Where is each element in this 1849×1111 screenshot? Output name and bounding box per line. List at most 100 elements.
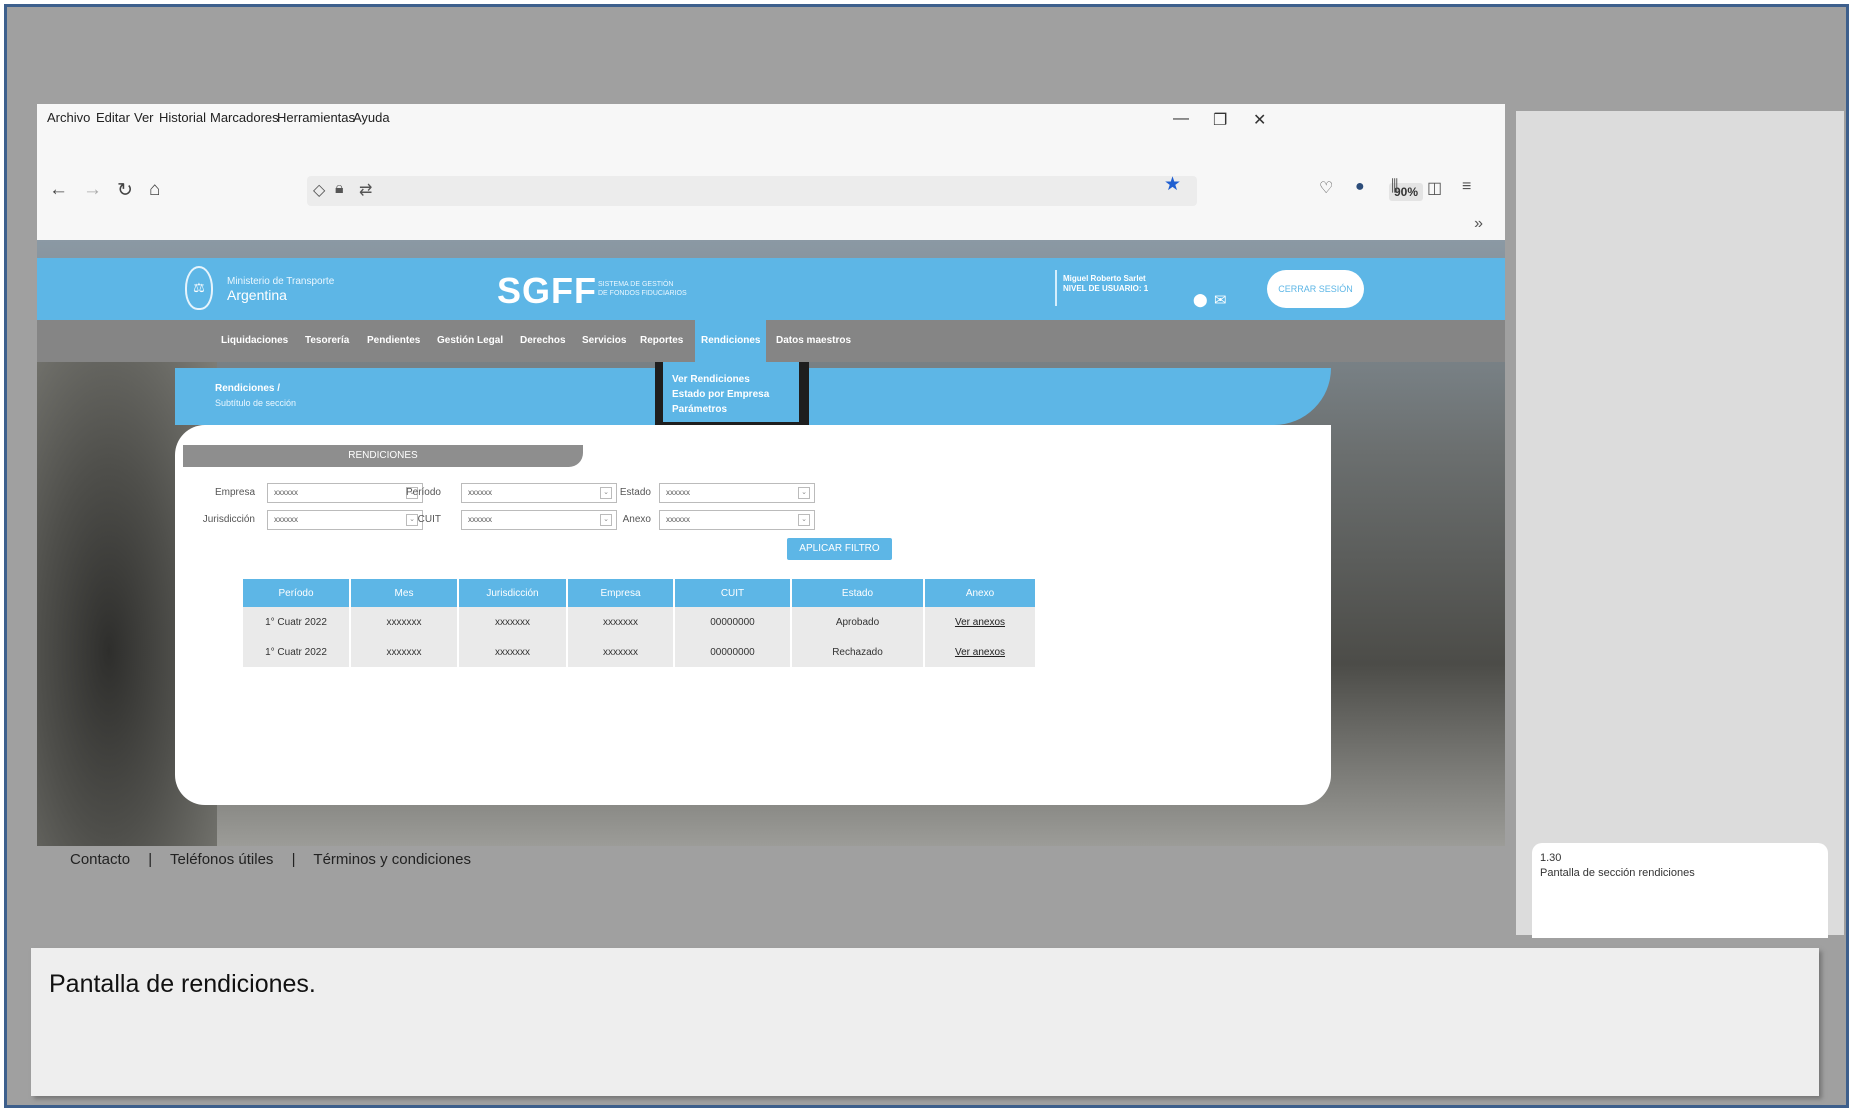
user-divider bbox=[1055, 270, 1057, 306]
anexo-select[interactable]: xxxxxx ⌄ bbox=[659, 510, 815, 530]
table-row: 1° Cuatr 2022 xxxxxxx xxxxxxx xxxxxxx 00… bbox=[243, 607, 1037, 637]
nav-datos-maestros[interactable]: Datos maestros bbox=[776, 320, 851, 362]
anexo-value: xxxxxx bbox=[666, 515, 690, 524]
cell-jurisdiccion: xxxxxxx bbox=[458, 637, 568, 667]
chevron-down-icon: ⌄ bbox=[798, 487, 810, 499]
nav-servicios[interactable]: Servicios bbox=[582, 320, 626, 362]
library-icon[interactable]: ⫼ bbox=[1391, 178, 1398, 196]
content-panel: RENDICIONES Empresa xxxxxx ⌄ Período xxxx… bbox=[175, 425, 1331, 805]
nav-rendiciones[interactable]: Rendiciones bbox=[695, 320, 767, 362]
pocket-icon[interactable]: ♡ bbox=[1319, 178, 1333, 198]
periodo-value: xxxxxx bbox=[468, 488, 492, 497]
cell-periodo: 1° Cuatr 2022 bbox=[243, 607, 351, 637]
apply-filter-button[interactable]: APLICAR FILTRO bbox=[787, 538, 892, 560]
cell-mes: xxxxxxx bbox=[350, 607, 459, 637]
periodo-label: Período bbox=[405, 487, 441, 498]
cuit-value: xxxxxx bbox=[468, 515, 492, 524]
hamburger-menu-icon[interactable]: ≡ bbox=[1462, 178, 1471, 196]
jurisdiccion-label: Jurisdicción bbox=[202, 514, 255, 525]
close-icon[interactable]: ✕ bbox=[1253, 110, 1266, 130]
restore-icon[interactable]: ❐ bbox=[1213, 110, 1227, 130]
breadcrumb[interactable]: Rendiciones / bbox=[215, 383, 280, 394]
reload-icon[interactable]: ↻ bbox=[117, 179, 133, 202]
ver-anexos-link[interactable]: Ver anexos bbox=[924, 637, 1037, 667]
mail-icon[interactable]: ✉ bbox=[1214, 291, 1227, 309]
dropdown-menu: Ver Rendiciones Estado por Empresa Parám… bbox=[663, 362, 799, 422]
permissions-icon[interactable]: ⇄ bbox=[359, 180, 372, 200]
ver-anexos-link[interactable]: Ver anexos bbox=[924, 607, 1037, 637]
col-jurisdiccion[interactable]: Jurisdicción bbox=[458, 579, 568, 607]
ministry-name: Ministerio de Transporte bbox=[227, 276, 335, 287]
table-row: 1° Cuatr 2022 xxxxxxx xxxxxxx xxxxxxx 00… bbox=[243, 637, 1037, 667]
home-icon[interactable]: ⌂ bbox=[149, 179, 160, 201]
caption-box: Pantalla de rendiciones. bbox=[31, 948, 1819, 1096]
col-cuit[interactable]: CUIT bbox=[674, 579, 792, 607]
rendiciones-table: Período Mes Jurisdicción Empresa CUIT Es… bbox=[243, 579, 1037, 667]
main-nav: Liquidaciones Tesorería Pendientes Gesti… bbox=[37, 320, 1505, 362]
jurisdiccion-value: xxxxxx bbox=[274, 515, 298, 524]
caption-text: Pantalla de rendiciones. bbox=[49, 970, 316, 998]
overflow-chevron-icon[interactable]: » bbox=[1474, 215, 1483, 233]
footer-link-terminos[interactable]: Términos y condiciones bbox=[313, 851, 471, 868]
menu-editar[interactable]: Editar bbox=[96, 110, 130, 125]
cell-estado: Rechazado bbox=[791, 637, 925, 667]
bookmark-star-icon[interactable]: ★ bbox=[1164, 173, 1181, 196]
account-icon[interactable]: ● bbox=[1355, 178, 1365, 196]
nav-reportes[interactable]: Reportes bbox=[640, 320, 683, 362]
empresa-label: Empresa bbox=[214, 487, 255, 498]
footer-link-contacto[interactable]: Contacto bbox=[70, 851, 130, 868]
menu-archivo[interactable]: Archivo bbox=[47, 110, 90, 125]
cell-cuit: 00000000 bbox=[674, 637, 792, 667]
menu-ayuda[interactable]: Ayuda bbox=[353, 110, 390, 125]
table-header-row: Período Mes Jurisdicción Empresa CUIT Es… bbox=[243, 579, 1037, 607]
user-level: NIVEL DE USUARIO: 1 bbox=[1063, 284, 1149, 293]
col-empresa[interactable]: Empresa bbox=[567, 579, 675, 607]
cell-mes: xxxxxxx bbox=[350, 637, 459, 667]
annotation-side-panel bbox=[1516, 111, 1844, 935]
lock-icon: 🔒︎ bbox=[335, 180, 344, 197]
col-periodo[interactable]: Período bbox=[243, 579, 351, 607]
anexo-label: Anexo bbox=[622, 514, 651, 525]
menu-item-parametros[interactable]: Parámetros bbox=[672, 402, 799, 417]
site-header: ⚖ Ministerio de Transporte Argentina SGF… bbox=[37, 258, 1505, 320]
footer-link-telefonos[interactable]: Teléfonos útiles bbox=[170, 851, 273, 868]
argentina-seal-icon: ⚖ bbox=[185, 266, 213, 310]
annotation-note: 1.30 Pantalla de sección rendiciones bbox=[1532, 843, 1828, 938]
sidebar-icon[interactable]: ◫ bbox=[1427, 178, 1442, 198]
app-subtitle-2: DE FONDOS FIDUCIARIOS bbox=[598, 290, 687, 297]
browser-menubar: Archivo Editar Ver Historial Marcadores … bbox=[37, 104, 1505, 130]
forward-icon[interactable]: → bbox=[83, 179, 102, 201]
menu-herramientas[interactable]: Herramientas bbox=[277, 110, 355, 125]
menu-item-estado-por-empresa[interactable]: Estado por Empresa bbox=[672, 387, 799, 402]
back-icon[interactable]: ← bbox=[49, 179, 68, 201]
menu-marcadores[interactable]: Marcadores bbox=[210, 110, 279, 125]
minimize-icon[interactable]: — bbox=[1173, 110, 1189, 128]
nav-liquidaciones[interactable]: Liquidaciones bbox=[221, 320, 288, 362]
empresa-value: xxxxxx bbox=[274, 488, 298, 497]
cell-empresa: xxxxxxx bbox=[567, 607, 675, 637]
estado-select[interactable]: xxxxxx ⌄ bbox=[659, 483, 815, 503]
cell-jurisdiccion: xxxxxxx bbox=[458, 607, 568, 637]
cell-cuit: 00000000 bbox=[674, 607, 792, 637]
nav-tesoreria[interactable]: Tesorería bbox=[305, 320, 349, 362]
menu-item-ver-rendiciones[interactable]: Ver Rendiciones bbox=[672, 372, 799, 387]
menu-historial[interactable]: Historial bbox=[159, 110, 206, 125]
col-anexo[interactable]: Anexo bbox=[924, 579, 1037, 607]
nav-derechos[interactable]: Derechos bbox=[520, 320, 566, 362]
nav-gestion-legal[interactable]: Gestión Legal bbox=[437, 320, 503, 362]
shield-icon: ◇ bbox=[313, 182, 326, 199]
app-subtitle-1: SISTEMA DE GESTIÓN bbox=[598, 281, 674, 288]
cell-estado: Aprobado bbox=[791, 607, 925, 637]
menu-ver[interactable]: Ver bbox=[134, 110, 154, 125]
url-bar[interactable]: ◇ 🔒︎ ⇄ 90% bbox=[307, 176, 1424, 206]
chevron-down-icon: ⌄ bbox=[798, 514, 810, 526]
app-logo[interactable]: SGFF bbox=[497, 270, 597, 312]
nav-pendientes[interactable]: Pendientes bbox=[367, 320, 420, 362]
footer-separator: | bbox=[148, 851, 153, 868]
user-profile-icon[interactable]: ⬤ bbox=[1193, 292, 1208, 308]
logout-button[interactable]: CERRAR SESIÓN bbox=[1267, 270, 1364, 308]
col-estado[interactable]: Estado bbox=[791, 579, 925, 607]
estado-value: xxxxxx bbox=[666, 488, 690, 497]
col-mes[interactable]: Mes bbox=[350, 579, 459, 607]
browser-toolbar: ← → ↻ ⌂ ◇ 🔒︎ ⇄ 90% ★ ♡ ● ⫼ ◫ ≡ bbox=[37, 171, 1505, 211]
